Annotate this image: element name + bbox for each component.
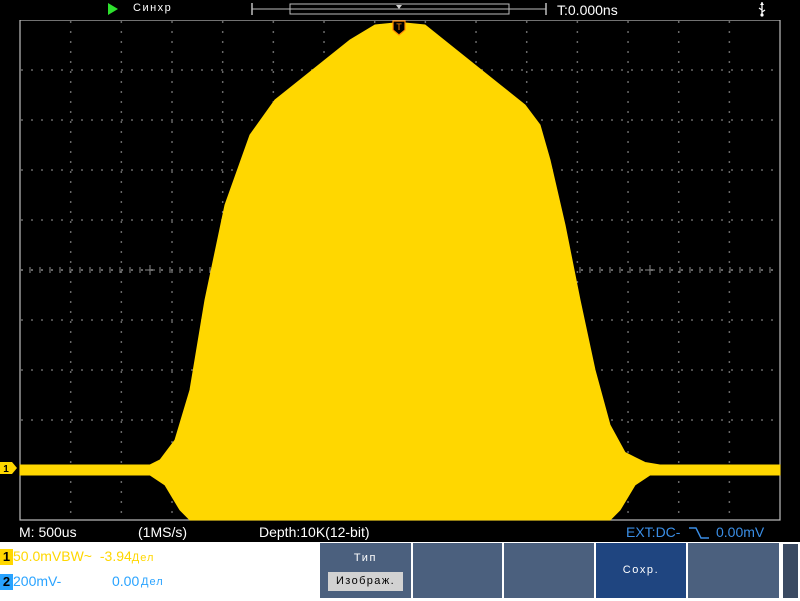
ch1-number-badge: 1 — [0, 549, 13, 566]
menu-item-type-value: Изображ. — [328, 572, 403, 591]
ch2-offset-unit: Дел — [141, 576, 164, 588]
menu-item-type-label: Тип — [353, 552, 378, 564]
menu-item-2[interactable] — [413, 543, 502, 598]
scope-display[interactable]: T 1 — [0, 20, 800, 521]
ch2-number-badge: 2 — [0, 574, 13, 591]
menu-item-save[interactable]: Сохр. — [596, 543, 686, 598]
trigger-position-marker — [396, 5, 402, 9]
ch2-offset: 0.00 — [112, 573, 140, 589]
usb-icon — [758, 2, 766, 17]
ch1-reference-marker[interactable]: 1 — [0, 462, 17, 475]
menu-item-save-label: Сохр. — [622, 564, 660, 576]
top-status-bar: Синхр T:0.000ns — [0, 0, 800, 20]
trigger-status: Синхр — [133, 2, 173, 14]
ch1-bandwidth: BW~ — [61, 548, 92, 564]
run-play-icon[interactable] — [108, 3, 118, 15]
trigger-marker-label: T — [396, 22, 402, 32]
ch1-scale: 50.0mV — [13, 548, 62, 564]
ch2-settings[interactable]: 2 200mV- 0.00 Дел — [0, 573, 163, 593]
time-offset: T:0.000ns — [557, 2, 618, 18]
timebase-label[interactable]: M: 500us — [19, 524, 77, 540]
ch1-offset-unit: Дел — [131, 552, 155, 564]
memory-position-bar[interactable] — [250, 1, 548, 17]
ch1-offset: -3.94 — [99, 548, 132, 564]
ch1-marker-label: 1 — [3, 464, 9, 475]
ch2-scale: 200mV- — [13, 573, 62, 589]
trigger-level-label: 0.00mV — [716, 524, 765, 540]
acquisition-status-line: M: 500us (1MS/s) Depth:10K(12-bit) EXT:D… — [0, 523, 800, 542]
sample-rate-label: (1MS/s) — [138, 524, 187, 540]
menu-item-type[interactable]: Тип Изображ. — [320, 543, 411, 598]
falling-edge-icon — [689, 527, 709, 539]
trigger-source-label[interactable]: EXT:DC- — [626, 524, 680, 540]
memory-depth-label: Depth:10K(12-bit) — [259, 524, 370, 540]
menu-scrollbar-thumb[interactable] — [783, 544, 798, 598]
ch1-settings[interactable]: 1 50.0mVBW~ -3.94Дел — [0, 548, 154, 568]
menu-item-5[interactable] — [688, 543, 779, 598]
menu-item-3[interactable] — [504, 543, 594, 598]
